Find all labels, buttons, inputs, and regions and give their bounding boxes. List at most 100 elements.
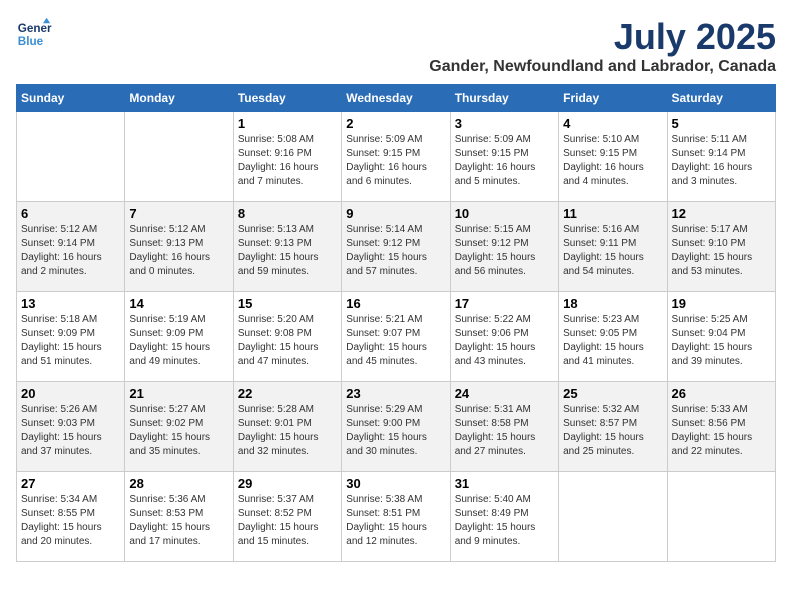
header-sunday: Sunday	[17, 85, 125, 112]
calendar-cell: 13Sunrise: 5:18 AM Sunset: 9:09 PM Dayli…	[17, 292, 125, 382]
header-monday: Monday	[125, 85, 233, 112]
day-number: 20	[21, 386, 120, 401]
calendar-cell: 18 Sunrise: 5:23 AM Sunset: 9:05 PM Dayli…	[559, 292, 667, 382]
calendar-cell: 19Sunrise: 5:25 AM Sunset: 9:04 PM Dayli…	[667, 292, 775, 382]
calendar-cell	[125, 112, 233, 202]
calendar-cell: 24 Sunrise: 5:31 AM Sunset: 8:58 PM Dayli…	[450, 382, 558, 472]
day-number: 16	[346, 296, 445, 311]
day-info: Sunrise: 5:12 AM Sunset: 9:13 PM Dayligh…	[129, 223, 228, 279]
day-info: Sunrise: 5:08 AM Sunset: 9:16 PM Dayligh…	[238, 133, 337, 189]
calendar-cell	[559, 472, 667, 562]
location-title: Gander, Newfoundland and Labrador, Canad…	[429, 58, 776, 76]
day-number: 29	[238, 476, 337, 491]
day-info: Sunrise: 5:23 AM Sunset: 9:05 PM Dayligh…	[563, 313, 662, 369]
calendar-cell: 22 Sunrise: 5:28 AM Sunset: 9:01 PM Dayli…	[233, 382, 341, 472]
day-info: Sunrise: 5:34 AM Sunset: 8:55 PM Dayligh…	[21, 493, 120, 549]
day-info: Sunrise: 5:31 AM Sunset: 8:58 PM Dayligh…	[455, 403, 554, 459]
day-number: 18	[563, 296, 662, 311]
calendar-cell: 8 Sunrise: 5:13 AM Sunset: 9:13 PM Daylig…	[233, 202, 341, 292]
day-number: 8	[238, 206, 337, 221]
day-number: 26	[672, 386, 771, 401]
day-info: Sunrise: 5:38 AM Sunset: 8:51 PM Dayligh…	[346, 493, 445, 549]
day-number: 1	[238, 116, 337, 131]
day-info: Sunrise: 5:10 AM Sunset: 9:15 PM Dayligh…	[563, 133, 662, 189]
day-info: Sunrise: 5:36 AM Sunset: 8:53 PM Dayligh…	[129, 493, 228, 549]
calendar-cell: 26 Sunrise: 5:33 AM Sunset: 8:56 PM Dayli…	[667, 382, 775, 472]
day-number: 21	[129, 386, 228, 401]
calendar-cell: 28 Sunrise: 5:36 AM Sunset: 8:53 PM Dayli…	[125, 472, 233, 562]
day-info: Sunrise: 5:27 AM Sunset: 9:02 PM Dayligh…	[129, 403, 228, 459]
calendar-cell: 2Sunrise: 5:09 AM Sunset: 9:15 PM Daylig…	[342, 112, 450, 202]
svg-text:General: General	[18, 22, 52, 35]
day-info: Sunrise: 5:28 AM Sunset: 9:01 PM Dayligh…	[238, 403, 337, 459]
calendar-cell: 21 Sunrise: 5:27 AM Sunset: 9:02 PM Dayli…	[125, 382, 233, 472]
day-number: 27	[21, 476, 120, 491]
logo-icon: General Blue	[16, 16, 52, 52]
calendar-cell: 29 Sunrise: 5:37 AM Sunset: 8:52 PM Dayli…	[233, 472, 341, 562]
day-info: Sunrise: 5:17 AM Sunset: 9:10 PM Dayligh…	[672, 223, 771, 279]
calendar-cell	[17, 112, 125, 202]
day-info: Sunrise: 5:09 AM Sunset: 9:15 PM Dayligh…	[455, 133, 554, 189]
week-row-2: 6 Sunrise: 5:12 AM Sunset: 9:14 PM Daylig…	[17, 202, 776, 292]
calendar-header-row: SundayMondayTuesdayWednesdayThursdayFrid…	[17, 85, 776, 112]
day-number: 7	[129, 206, 228, 221]
page-header: General Blue July 2025 Gander, Newfoundl…	[16, 16, 776, 76]
logo: General Blue	[16, 16, 52, 52]
day-info: Sunrise: 5:33 AM Sunset: 8:56 PM Dayligh…	[672, 403, 771, 459]
svg-text:Blue: Blue	[18, 35, 44, 48]
calendar-cell: 30 Sunrise: 5:38 AM Sunset: 8:51 PM Dayli…	[342, 472, 450, 562]
day-info: Sunrise: 5:26 AM Sunset: 9:03 PM Dayligh…	[21, 403, 120, 459]
calendar-cell: 11 Sunrise: 5:16 AM Sunset: 9:11 PM Dayli…	[559, 202, 667, 292]
day-number: 5	[672, 116, 771, 131]
month-title: July 2025	[429, 16, 776, 58]
calendar-cell: 20 Sunrise: 5:26 AM Sunset: 9:03 PM Dayli…	[17, 382, 125, 472]
day-info: Sunrise: 5:40 AM Sunset: 8:49 PM Dayligh…	[455, 493, 554, 549]
day-number: 22	[238, 386, 337, 401]
day-number: 2	[346, 116, 445, 131]
calendar-cell: 5 Sunrise: 5:11 AM Sunset: 9:14 PM Daylig…	[667, 112, 775, 202]
day-info: Sunrise: 5:13 AM Sunset: 9:13 PM Dayligh…	[238, 223, 337, 279]
calendar-cell: 17 Sunrise: 5:22 AM Sunset: 9:06 PM Dayli…	[450, 292, 558, 382]
day-number: 31	[455, 476, 554, 491]
calendar-cell: 25Sunrise: 5:32 AM Sunset: 8:57 PM Dayli…	[559, 382, 667, 472]
day-number: 30	[346, 476, 445, 491]
day-info: Sunrise: 5:11 AM Sunset: 9:14 PM Dayligh…	[672, 133, 771, 189]
calendar-cell: 10Sunrise: 5:15 AM Sunset: 9:12 PM Dayli…	[450, 202, 558, 292]
header-friday: Friday	[559, 85, 667, 112]
day-number: 9	[346, 206, 445, 221]
calendar-cell: 9 Sunrise: 5:14 AM Sunset: 9:12 PM Daylig…	[342, 202, 450, 292]
day-info: Sunrise: 5:37 AM Sunset: 8:52 PM Dayligh…	[238, 493, 337, 549]
header-thursday: Thursday	[450, 85, 558, 112]
week-row-3: 13Sunrise: 5:18 AM Sunset: 9:09 PM Dayli…	[17, 292, 776, 382]
day-info: Sunrise: 5:19 AM Sunset: 9:09 PM Dayligh…	[129, 313, 228, 369]
day-number: 3	[455, 116, 554, 131]
calendar-cell: 27 Sunrise: 5:34 AM Sunset: 8:55 PM Dayli…	[17, 472, 125, 562]
calendar-table: SundayMondayTuesdayWednesdayThursdayFrid…	[16, 84, 776, 562]
calendar-cell: 4 Sunrise: 5:10 AM Sunset: 9:15 PM Daylig…	[559, 112, 667, 202]
calendar-cell: 14 Sunrise: 5:19 AM Sunset: 9:09 PM Dayli…	[125, 292, 233, 382]
calendar-cell: 15Sunrise: 5:20 AM Sunset: 9:08 PM Dayli…	[233, 292, 341, 382]
day-info: Sunrise: 5:12 AM Sunset: 9:14 PM Dayligh…	[21, 223, 120, 279]
header-wednesday: Wednesday	[342, 85, 450, 112]
day-number: 4	[563, 116, 662, 131]
day-number: 25	[563, 386, 662, 401]
calendar-cell: 1 Sunrise: 5:08 AM Sunset: 9:16 PM Daylig…	[233, 112, 341, 202]
day-number: 10	[455, 206, 554, 221]
day-number: 28	[129, 476, 228, 491]
day-number: 11	[563, 206, 662, 221]
day-info: Sunrise: 5:20 AM Sunset: 9:08 PM Dayligh…	[238, 313, 337, 369]
day-info: Sunrise: 5:25 AM Sunset: 9:04 PM Dayligh…	[672, 313, 771, 369]
title-block: July 2025 Gander, Newfoundland and Labra…	[429, 16, 776, 76]
day-number: 6	[21, 206, 120, 221]
day-info: Sunrise: 5:22 AM Sunset: 9:06 PM Dayligh…	[455, 313, 554, 369]
day-info: Sunrise: 5:16 AM Sunset: 9:11 PM Dayligh…	[563, 223, 662, 279]
calendar-cell: 6 Sunrise: 5:12 AM Sunset: 9:14 PM Daylig…	[17, 202, 125, 292]
calendar-cell: 31 Sunrise: 5:40 AM Sunset: 8:49 PM Dayli…	[450, 472, 558, 562]
calendar-cell: 16Sunrise: 5:21 AM Sunset: 9:07 PM Dayli…	[342, 292, 450, 382]
day-number: 12	[672, 206, 771, 221]
calendar-cell: 12 Sunrise: 5:17 AM Sunset: 9:10 PM Dayli…	[667, 202, 775, 292]
day-info: Sunrise: 5:14 AM Sunset: 9:12 PM Dayligh…	[346, 223, 445, 279]
day-number: 14	[129, 296, 228, 311]
day-number: 24	[455, 386, 554, 401]
day-number: 17	[455, 296, 554, 311]
